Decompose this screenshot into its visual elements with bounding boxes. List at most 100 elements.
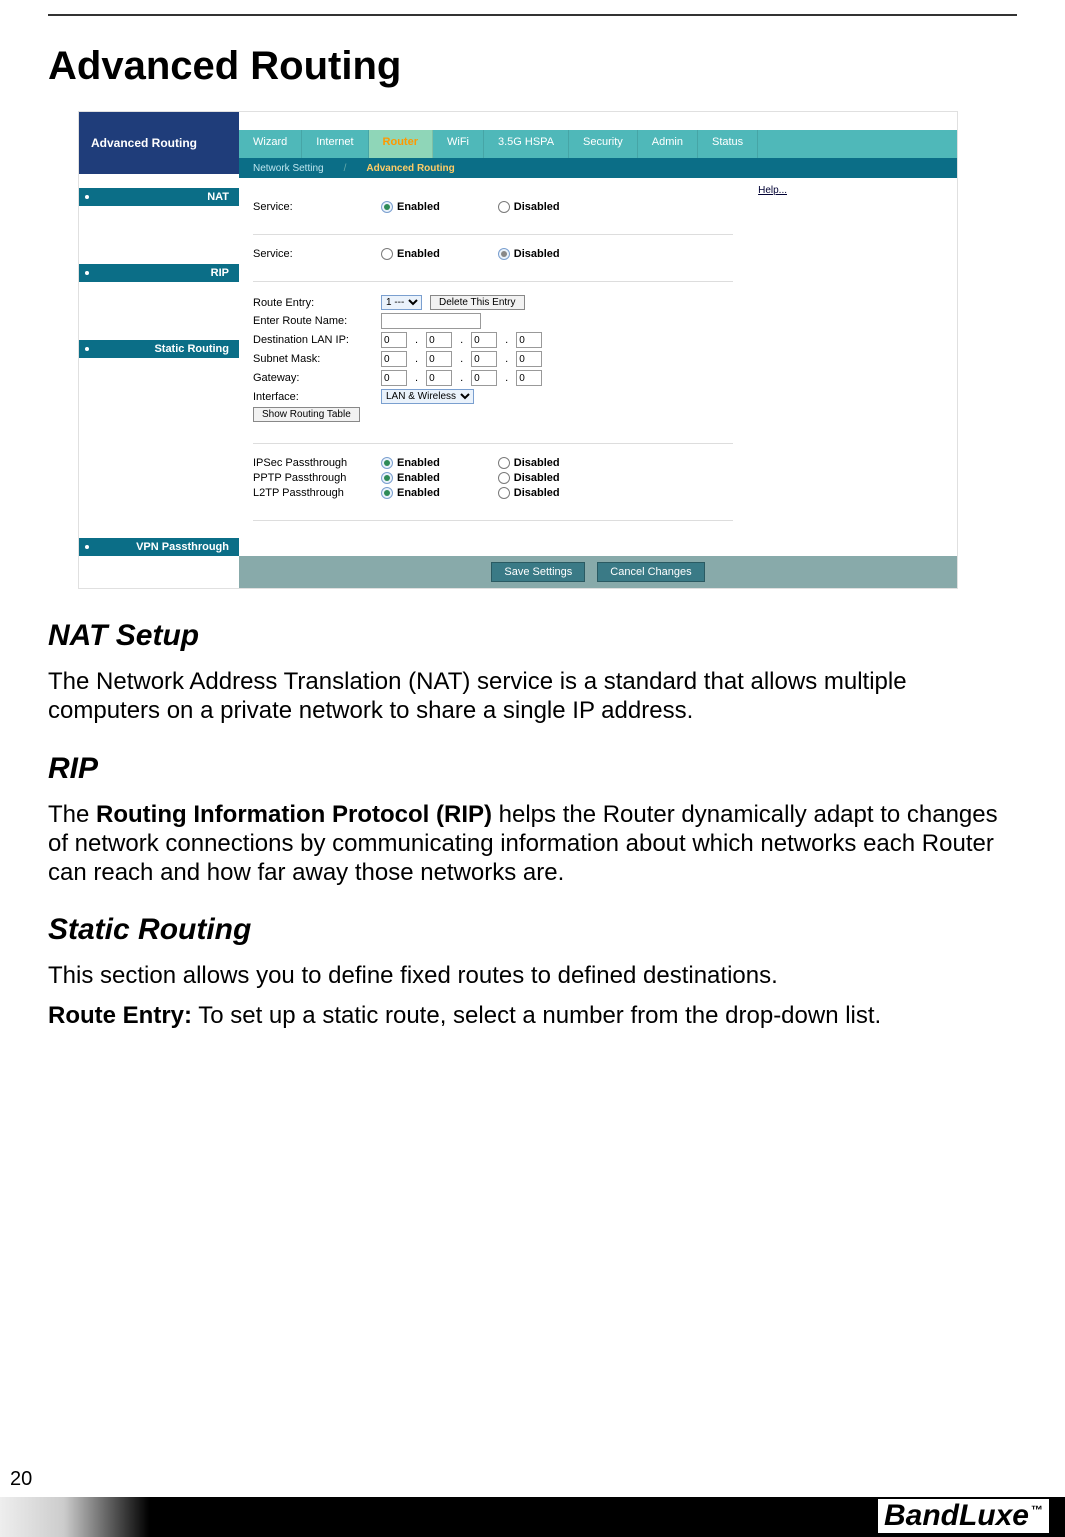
dest-ip-label: Destination LAN IP: (253, 334, 373, 346)
save-bar: Save Settings Cancel Changes (239, 556, 957, 588)
route-name-input[interactable] (381, 313, 481, 329)
tab-wifi[interactable]: WiFi (433, 130, 484, 158)
cancel-changes-button[interactable]: Cancel Changes (597, 562, 704, 582)
radio-icon (498, 472, 510, 484)
interface-label: Interface: (253, 391, 373, 403)
tab-admin[interactable]: Admin (638, 130, 698, 158)
gateway-label: Gateway: (253, 372, 373, 384)
nat-setup-paragraph: The Network Address Translation (NAT) se… (48, 667, 1017, 726)
gateway-oct4[interactable] (516, 370, 542, 386)
subtab-network-setting[interactable]: Network Setting (243, 163, 334, 174)
radio-selected-icon (381, 487, 393, 499)
static-routing-p2: Route Entry: To set up a static route, s… (48, 1001, 1017, 1030)
rip-p-pre: The (48, 801, 96, 828)
brand-text: BandLuxe (884, 1499, 1029, 1532)
sub-tabs: Network Setting / Advanced Routing (239, 158, 957, 178)
page-footer: 20 BandLuxe™ (0, 1468, 1065, 1537)
ipsec-disabled-option[interactable]: Disabled (498, 457, 560, 469)
sidebar-item-nat[interactable]: NAT (79, 188, 239, 206)
disabled-label: Disabled (514, 457, 560, 469)
rip-disabled-option[interactable]: Disabled (498, 248, 560, 260)
gateway-oct3[interactable] (471, 370, 497, 386)
radio-icon (381, 248, 393, 260)
rip-heading: RIP (48, 752, 1017, 786)
sidebar-item-vpn[interactable]: VPN Passthrough (79, 538, 239, 556)
radio-icon (498, 201, 510, 213)
save-settings-button[interactable]: Save Settings (491, 562, 585, 582)
ipsec-label: IPSec Passthrough (253, 457, 373, 469)
ipsec-enabled-option[interactable]: Enabled (381, 457, 440, 469)
tab-status[interactable]: Status (698, 130, 758, 158)
gateway-oct1[interactable] (381, 370, 407, 386)
main-tabs: Wizard Internet Router WiFi 3.5G HSPA Se… (239, 130, 957, 158)
enabled-label: Enabled (397, 472, 440, 484)
pptp-enabled-option[interactable]: Enabled (381, 472, 440, 484)
tab-internet[interactable]: Internet (302, 130, 368, 158)
rip-p-bold: Routing Information Protocol (RIP) (96, 801, 492, 828)
brand-tm: ™ (1031, 1503, 1043, 1517)
enabled-label: Enabled (397, 457, 440, 469)
nat-service-label: Service: (253, 201, 373, 213)
page-rule (48, 14, 1017, 16)
nat-section: Service: Enabled Disabled (253, 188, 733, 235)
enabled-label: Enabled (397, 248, 440, 260)
rip-section: Service: Enabled Disabled (253, 235, 733, 282)
route-entry-bold: Route Entry: (48, 1002, 192, 1029)
gateway-oct2[interactable] (426, 370, 452, 386)
subnet-oct3[interactable] (471, 351, 497, 367)
disabled-label: Disabled (514, 472, 560, 484)
radio-icon (498, 487, 510, 499)
subnet-oct1[interactable] (381, 351, 407, 367)
enabled-label: Enabled (397, 201, 440, 213)
sidebar-item-rip[interactable]: RIP (79, 264, 239, 282)
subtab-advanced-routing[interactable]: Advanced Routing (356, 163, 464, 174)
l2tp-disabled-option[interactable]: Disabled (498, 487, 560, 499)
sidebar-item-static[interactable]: Static Routing (79, 340, 239, 358)
radio-selected-icon (381, 201, 393, 213)
subnet-oct2[interactable] (426, 351, 452, 367)
delete-entry-button[interactable]: Delete This Entry (430, 295, 525, 310)
rip-paragraph: The Routing Information Protocol (RIP) h… (48, 800, 1017, 888)
disabled-label: Disabled (514, 248, 560, 260)
static-routing-section: Route Entry: 1 --- Delete This Entry Ent… (253, 282, 733, 443)
tab-wizard[interactable]: Wizard (239, 130, 302, 158)
route-entry-text: To set up a static route, select a numbe… (192, 1002, 881, 1029)
nat-enabled-option[interactable]: Enabled (381, 201, 440, 213)
tab-router[interactable]: Router (369, 130, 433, 158)
radio-selected-icon (381, 472, 393, 484)
router-ui: Advanced Routing Wizard Internet Router … (78, 111, 958, 589)
static-routing-heading: Static Routing (48, 913, 1017, 947)
dest-ip-oct4[interactable] (516, 332, 542, 348)
panel-title: Advanced Routing (79, 112, 239, 174)
radio-selected-icon (498, 248, 510, 260)
nat-setup-heading: NAT Setup (48, 619, 1017, 653)
l2tp-enabled-option[interactable]: Enabled (381, 487, 440, 499)
vpn-section: IPSec Passthrough Enabled Disabled PPTP … (253, 443, 733, 521)
interface-select[interactable]: LAN & Wireless (381, 389, 474, 404)
rip-service-label: Service: (253, 248, 373, 260)
show-routing-table-button[interactable]: Show Routing Table (253, 407, 360, 422)
radio-selected-icon (381, 457, 393, 469)
dest-ip-oct1[interactable] (381, 332, 407, 348)
subnet-oct4[interactable] (516, 351, 542, 367)
side-nav: NAT RIP Static Routing VPN Passthrough (79, 178, 239, 556)
route-name-label: Enter Route Name: (253, 315, 373, 327)
pptp-disabled-option[interactable]: Disabled (498, 472, 560, 484)
page-number: 20 (10, 1468, 1065, 1491)
rip-enabled-option[interactable]: Enabled (381, 248, 440, 260)
radio-icon (498, 457, 510, 469)
l2tp-label: L2TP Passthrough (253, 487, 373, 499)
dest-ip-oct2[interactable] (426, 332, 452, 348)
route-entry-select[interactable]: 1 --- (381, 295, 422, 310)
enabled-label: Enabled (397, 487, 440, 499)
subnet-label: Subnet Mask: (253, 353, 373, 365)
route-entry-label: Route Entry: (253, 297, 373, 309)
pptp-label: PPTP Passthrough (253, 472, 373, 484)
nat-disabled-option[interactable]: Disabled (498, 201, 560, 213)
help-link[interactable]: Help... (758, 185, 787, 196)
dest-ip-oct3[interactable] (471, 332, 497, 348)
tab-security[interactable]: Security (569, 130, 638, 158)
disabled-label: Disabled (514, 201, 560, 213)
tab-hspa[interactable]: 3.5G HSPA (484, 130, 569, 158)
page-title: Advanced Routing (48, 44, 1017, 89)
